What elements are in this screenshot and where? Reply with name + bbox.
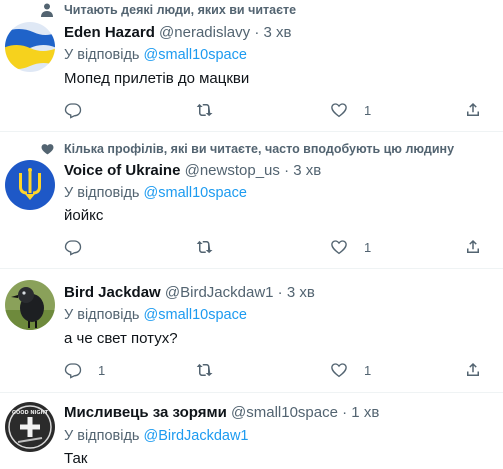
tweet-actions: 1 <box>64 237 484 257</box>
reply-context: У відповідь @small10space <box>64 46 247 64</box>
like-count: 1 <box>364 239 372 255</box>
trident-avatar <box>5 160 55 210</box>
reply-mention[interactable]: @small10space <box>144 47 247 63</box>
social-context-text: Читають деякі люди, яких ви читаєте <box>64 3 297 17</box>
heart-icon <box>38 141 56 157</box>
share-icon <box>467 239 479 253</box>
divider <box>0 268 503 269</box>
ukraine-flag-avatar <box>5 22 55 72</box>
tweet-time[interactable]: · 3 хв <box>284 162 321 179</box>
heart-icon <box>331 103 347 118</box>
tweet-header: Мисливець за зорями @small10space · 1 хв <box>64 404 379 422</box>
like-button[interactable]: 1 <box>330 100 371 120</box>
author-name[interactable]: Eden Hazard <box>64 24 155 41</box>
tweet-actions: 1 1 <box>64 360 484 380</box>
tweet-header: Voice of Ukraine @newstop_us · 3 хв <box>64 162 321 180</box>
reply-count: 1 <box>98 362 106 378</box>
retweet-icon <box>196 103 213 117</box>
reply-mention[interactable]: @small10space <box>144 185 247 201</box>
share-button[interactable] <box>464 360 482 380</box>
share-icon <box>467 362 479 376</box>
tweet-header: Eden Hazard @neradislavy · 3 хв <box>64 24 291 42</box>
tweet-text: йойкс <box>64 207 104 224</box>
author-handle[interactable]: @small10space <box>231 404 338 421</box>
social-context-text: Кілька профілів, які ви читаєте, часто в… <box>64 142 455 156</box>
retweet-icon <box>196 363 213 377</box>
author-name[interactable]: Bird Jackdaw <box>64 284 161 301</box>
reply-button[interactable]: 1 <box>64 360 105 380</box>
person-icon <box>38 2 56 18</box>
share-button[interactable] <box>464 237 482 257</box>
reply-prefix: У відповідь <box>64 428 140 444</box>
heart-icon <box>331 363 347 378</box>
share-button[interactable] <box>464 100 482 120</box>
author-handle[interactable]: @newstop_us <box>185 162 280 179</box>
reply-icon <box>64 363 82 379</box>
reply-prefix: У відповідь <box>64 185 140 201</box>
avatar[interactable]: GOOD NIGHT <box>5 402 55 452</box>
avatar[interactable] <box>5 280 55 330</box>
reply-button[interactable] <box>64 100 82 120</box>
reply-context: У відповідь @small10space <box>64 306 247 324</box>
like-count: 1 <box>364 102 372 118</box>
tweet-time[interactable]: · 3 хв <box>278 284 315 301</box>
divider <box>0 131 503 132</box>
author-name[interactable]: Voice of Ukraine <box>64 162 180 179</box>
retweet-button[interactable] <box>196 100 214 120</box>
retweet-button[interactable] <box>196 360 214 380</box>
reply-context: У відповідь @small10space <box>64 184 247 202</box>
reply-mention[interactable]: @BirdJackdaw1 <box>144 428 249 444</box>
jackdaw-bird-avatar <box>5 280 55 330</box>
tweet-text: Мопед прилетів до мацкви <box>64 70 250 87</box>
divider <box>0 392 503 393</box>
avatar[interactable] <box>5 160 55 210</box>
tweet-header: Bird Jackdaw @BirdJackdaw1 · 3 хв <box>64 284 315 302</box>
retweet-icon <box>196 240 213 254</box>
like-button[interactable]: 1 <box>330 360 371 380</box>
avatar[interactable] <box>5 22 55 72</box>
retweet-button[interactable] <box>196 237 214 257</box>
author-handle[interactable]: @BirdJackdaw1 <box>165 284 274 301</box>
reply-icon <box>64 103 82 119</box>
heart-icon <box>331 240 347 255</box>
good-night-badge-avatar: GOOD NIGHT <box>5 402 55 452</box>
reply-prefix: У відповідь <box>64 47 140 63</box>
share-icon <box>467 102 479 116</box>
reply-prefix: У відповідь <box>64 307 140 323</box>
badge-text: GOOD NIGHT <box>12 410 49 416</box>
reply-mention[interactable]: @small10space <box>144 307 247 323</box>
like-count: 1 <box>364 362 372 378</box>
tweet-time[interactable]: · 3 хв <box>254 24 291 41</box>
author-handle[interactable]: @neradislavy <box>159 24 250 41</box>
tweet-text: а че свет потух? <box>64 330 178 347</box>
author-name[interactable]: Мисливець за зорями <box>64 404 227 421</box>
like-button[interactable]: 1 <box>330 237 371 257</box>
tweet-actions: 1 <box>64 100 484 120</box>
tweet-time[interactable]: · 1 хв <box>342 404 379 421</box>
reply-icon <box>64 240 82 256</box>
reply-context: У відповідь @BirdJackdaw1 <box>64 427 249 445</box>
reply-button[interactable] <box>64 237 82 257</box>
tweet-text: Так <box>64 450 88 467</box>
